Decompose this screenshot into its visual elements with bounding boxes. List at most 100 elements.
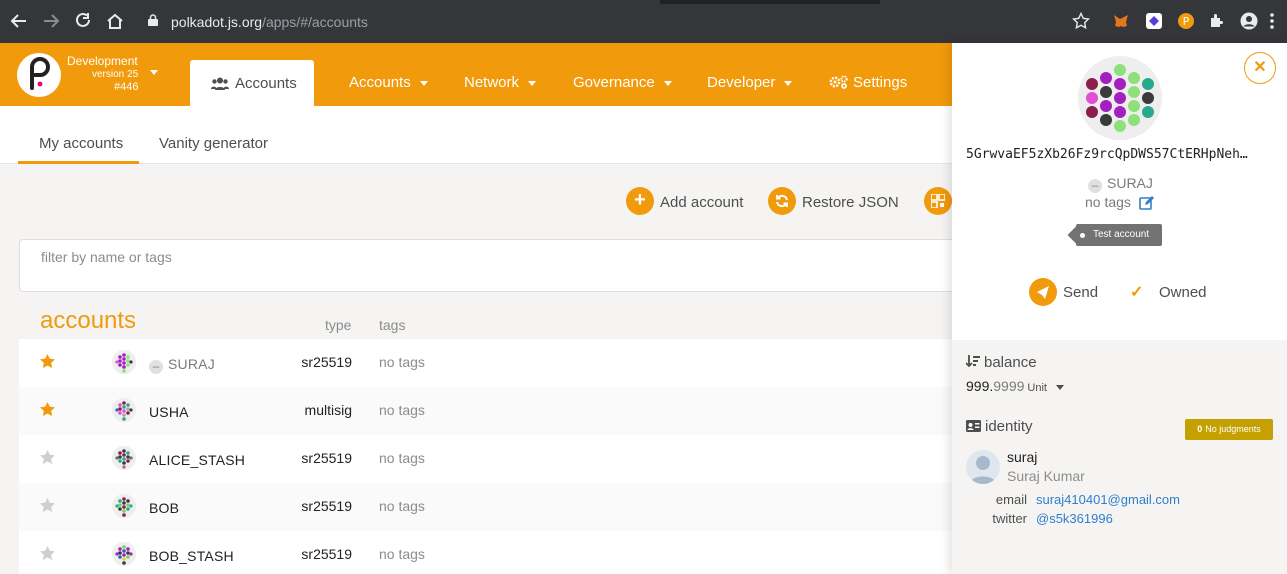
forward-icon[interactable]	[40, 11, 62, 33]
tab-accounts-label: Accounts	[235, 75, 297, 92]
sync-icon	[768, 187, 796, 215]
lock-icon	[148, 14, 158, 26]
chevron-down-icon[interactable]	[150, 70, 158, 75]
identicon-avatar[interactable]	[112, 398, 136, 422]
chevron-down-icon	[419, 80, 428, 86]
menu-network-label: Network	[464, 74, 520, 91]
account-name[interactable]: – SURAJ	[149, 356, 215, 374]
plus-icon: +	[626, 187, 654, 215]
identicon-avatar[interactable]	[112, 350, 136, 374]
tag-dot-icon	[1080, 233, 1085, 238]
tab-my-accounts[interactable]: My accounts	[39, 135, 123, 152]
polkadot-extension-icon[interactable]: P	[1177, 12, 1195, 30]
extensions-puzzle-icon[interactable]	[1208, 12, 1226, 30]
extension-diamond-icon[interactable]	[1145, 12, 1163, 30]
account-tags: no tags	[379, 354, 425, 370]
close-icon[interactable]: ✕	[1244, 52, 1276, 84]
star-icon[interactable]	[39, 497, 56, 514]
account-tags: no tags	[379, 402, 425, 418]
menu-governance[interactable]: Governance	[573, 74, 672, 91]
sidebar-account-name[interactable]: – SURAJ	[1088, 175, 1153, 193]
account-name[interactable]: BOB_STASH	[149, 548, 234, 564]
account-type: multisig	[304, 402, 352, 418]
menu-developer[interactable]: Developer	[707, 74, 793, 91]
check-icon: ✓	[1130, 284, 1144, 301]
tag-pill-label: Test account	[1093, 229, 1150, 240]
url-text[interactable]: polkadot.js.org/apps/#/accounts	[171, 14, 368, 30]
account-type: sr25519	[301, 546, 352, 562]
tab-accounts-active[interactable]: Accounts	[190, 60, 314, 106]
identicon-avatar[interactable]	[112, 542, 136, 566]
table-row[interactable]: ALICE_STASH sr25519 no tags	[19, 435, 952, 483]
bookmark-star-icon[interactable]	[1072, 12, 1090, 30]
judgments-label: No judgments	[1205, 424, 1261, 434]
balance-unit: Unit	[1027, 382, 1047, 394]
identicon-avatar[interactable]	[112, 446, 136, 470]
account-name[interactable]: BOB	[149, 500, 179, 516]
identity-label: identity	[985, 418, 1033, 435]
balance-fraction: 9999	[993, 378, 1025, 394]
minus-icon: –	[1088, 179, 1102, 193]
star-icon[interactable]	[39, 545, 56, 562]
svg-text:P: P	[1183, 15, 1190, 28]
menu-accounts[interactable]: Accounts	[349, 74, 428, 91]
profile-icon[interactable]	[1240, 12, 1258, 30]
menu-settings[interactable]: Settings	[829, 74, 907, 91]
identicon-avatar-large[interactable]	[1078, 56, 1162, 140]
browser-menu-icon[interactable]	[1267, 11, 1277, 33]
reload-icon[interactable]	[72, 11, 94, 33]
identity-section-label: identity	[966, 418, 1033, 435]
browser-tab[interactable]	[880, 0, 1287, 4]
chain-name[interactable]: Development	[67, 54, 138, 68]
email-link[interactable]: suraj410401@gmail.com	[1036, 492, 1180, 507]
account-sidebar: ✕ 5GrwvaEF5zXb26Fz9rcQpDWS57CtERHpNeh… –…	[952, 43, 1287, 574]
chain-block: #446	[114, 81, 139, 93]
cogs-icon	[829, 75, 848, 89]
owned-label: Owned	[1159, 284, 1207, 301]
chevron-down-icon	[528, 80, 537, 86]
account-type: sr25519	[301, 450, 352, 466]
identity-legal-name: Suraj Kumar	[1007, 468, 1085, 484]
menu-network[interactable]: Network	[464, 74, 537, 91]
accounts-table: accounts type tags – SURAJ sr25519 no tag…	[19, 300, 952, 574]
account-tags: no tags	[379, 450, 425, 466]
star-icon[interactable]	[39, 401, 56, 418]
back-icon[interactable]	[8, 11, 30, 33]
polkadot-logo[interactable]	[17, 53, 61, 97]
balance-integer: 999.	[966, 378, 994, 394]
star-icon[interactable]	[39, 449, 56, 466]
email-label: email	[995, 492, 1027, 507]
active-tab-indicator	[18, 161, 139, 164]
table-row[interactable]: BOB sr25519 no tags	[19, 483, 952, 531]
account-type: sr25519	[301, 354, 352, 370]
qr-account-button[interactable]	[924, 187, 952, 215]
browser-tab[interactable]	[0, 0, 660, 4]
account-address[interactable]: 5GrwvaEF5zXb26Fz9rcQpDWS57CtERHpNeh…	[966, 147, 1248, 162]
chevron-down-icon[interactable]	[1055, 384, 1064, 390]
table-row[interactable]: – SURAJ sr25519 no tags	[19, 339, 952, 387]
balance-section-label: balance	[965, 354, 1037, 371]
table-row[interactable]: USHA multisig no tags	[19, 387, 952, 435]
edit-icon[interactable]	[1139, 196, 1155, 210]
subnav: My accounts Vanity generator	[0, 106, 952, 164]
identicon-avatar[interactable]	[112, 494, 136, 518]
home-icon[interactable]	[104, 11, 126, 33]
table-row[interactable]: BOB_STASH sr25519 no tags	[19, 531, 952, 574]
chevron-down-icon	[784, 80, 793, 86]
tab-vanity-generator[interactable]: Vanity generator	[159, 135, 268, 152]
judgments-badge: 0 No judgments	[1185, 419, 1273, 440]
account-name-text: SURAJ	[168, 356, 215, 372]
twitter-link[interactable]: @s5k361996	[1036, 511, 1113, 526]
restore-json-label: Restore JSON	[802, 194, 899, 211]
id-card-icon	[966, 420, 981, 432]
accounts-title: accounts	[40, 307, 137, 334]
account-name[interactable]: USHA	[149, 404, 189, 420]
filter-input[interactable]: filter by name or tags	[19, 239, 969, 292]
metamask-icon[interactable]	[1112, 12, 1130, 30]
account-name[interactable]: ALICE_STASH	[149, 452, 245, 468]
url-path: /apps/#/accounts	[262, 14, 368, 30]
url-host: polkadot.js.org	[171, 14, 263, 30]
star-icon[interactable]	[39, 353, 56, 370]
balance-value[interactable]: 999.9999 Unit	[966, 378, 1064, 394]
account-sidebar-header: ✕ 5GrwvaEF5zXb26Fz9rcQpDWS57CtERHpNeh… –…	[952, 43, 1287, 340]
